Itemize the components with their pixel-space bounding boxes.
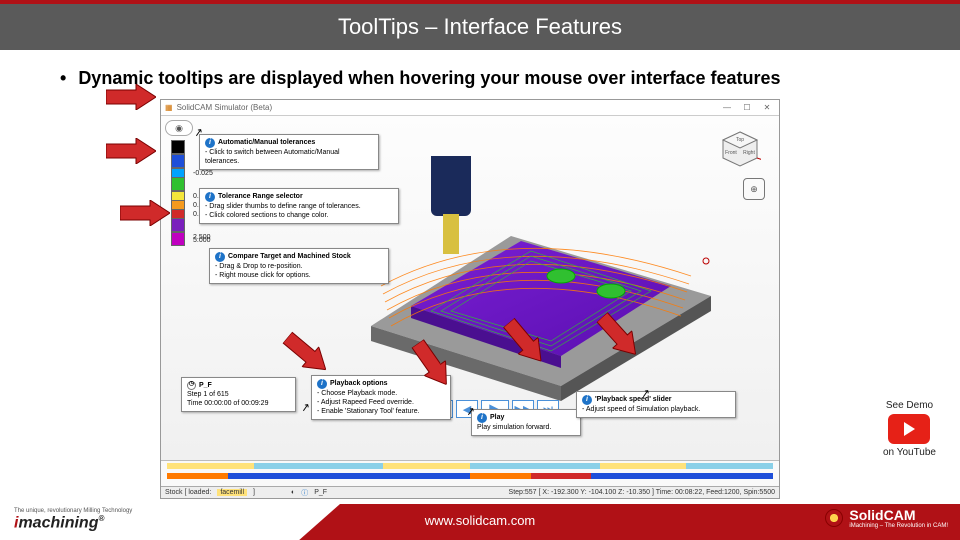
footer-url[interactable]: www.solidcam.com [425,513,536,528]
youtube-label-top: See Demo [883,400,936,411]
info-icon: i [205,192,215,202]
svg-text:Top: Top [736,137,744,143]
timeline: Stock [ loaded: facemill ] ◐ ⓘ P_F Step:… [161,460,779,498]
solidcam-logo: SolidCAMiMachining – The Revolution in C… [825,507,948,529]
youtube-label-bottom: on YouTube [883,447,936,458]
view-cube[interactable]: Top Front Right x [719,128,761,170]
tooltip-play: iPlay Play simulation forward. [471,409,581,436]
eye-toggle-icon[interactable] [165,120,193,136]
svg-text:Front: Front [725,150,737,156]
info-icon: i [477,413,487,423]
status-pf: P_F [314,489,327,496]
tol-seg[interactable] [171,218,185,232]
tolerance-bar[interactable]: -0.025 0.100 0.25 0.50 2.500 5.000 [171,140,185,244]
youtube-icon[interactable] [888,414,930,444]
minimize-button[interactable]: — [719,103,735,112]
clock-icon: ◷ [187,381,196,390]
compass-icon[interactable]: ⊕ [743,178,765,200]
slide-title: ToolTips – Interface Features [0,0,960,50]
app-title: SolidCAM Simulator (Beta) [177,103,273,112]
status-bar: Stock [ loaded: facemill ] ◐ ⓘ P_F Step:… [161,486,779,498]
info-icon: i [215,252,225,262]
status-stock-label: Stock [ loaded: [165,489,211,496]
gear-icon [825,509,843,527]
info-icon: i [582,395,592,405]
tooltip-compare-stock: iCompare Target and Machined Stock - Dra… [209,248,389,284]
tol-seg[interactable] [171,177,185,191]
tooltip-range-selector: iTolerance Range selector - Drag slider … [199,188,399,224]
status-coords: Step:557 [ X: -192.300 Y: -104.100 Z: -1… [509,489,775,496]
arrow-icon [120,200,170,231]
timeline-bar-top[interactable] [167,463,773,469]
app-icon: ▦ [165,103,173,112]
tooltip-speed-slider: i'Playback speed' slider - Adjust speed … [576,391,736,418]
tooltip-auto-manual: iAutomatic/Manual tolerances - Click to … [199,134,379,170]
arrow-icon [106,84,156,115]
close-button[interactable]: ✕ [759,103,775,112]
app-titlebar: ▦ SolidCAM Simulator (Beta) — ☐ ✕ [161,100,779,116]
timeline-bar-bottom[interactable] [167,473,773,479]
bullet-text: Dynamic tooltips are displayed when hove… [60,68,920,89]
imachining-logo: The unique, revolutionary Milling Techno… [14,508,132,532]
viewport-3d[interactable]: Top Front Right x ⊕ -0.025 0. [161,116,779,460]
footer: The unique, revolutionary Milling Techno… [0,504,960,540]
tooltip-pf: ◷P_F Step 1 of 615Time 00:00:00 of 00:09… [181,377,296,412]
youtube-link[interactable]: See Demo on YouTube [883,400,936,458]
tol-seg[interactable] [171,154,185,168]
tol-seg[interactable] [171,140,185,154]
info-icon: i [205,138,215,148]
info-icon: i [317,379,327,389]
svg-text:Right: Right [743,150,755,156]
simulator-window: ▦ SolidCAM Simulator (Beta) — ☐ ✕ [160,99,780,499]
maximize-button[interactable]: ☐ [739,103,755,112]
cursor-icon [301,401,310,414]
status-stock-value[interactable]: facemill [217,489,247,496]
arrow-icon [106,138,156,169]
